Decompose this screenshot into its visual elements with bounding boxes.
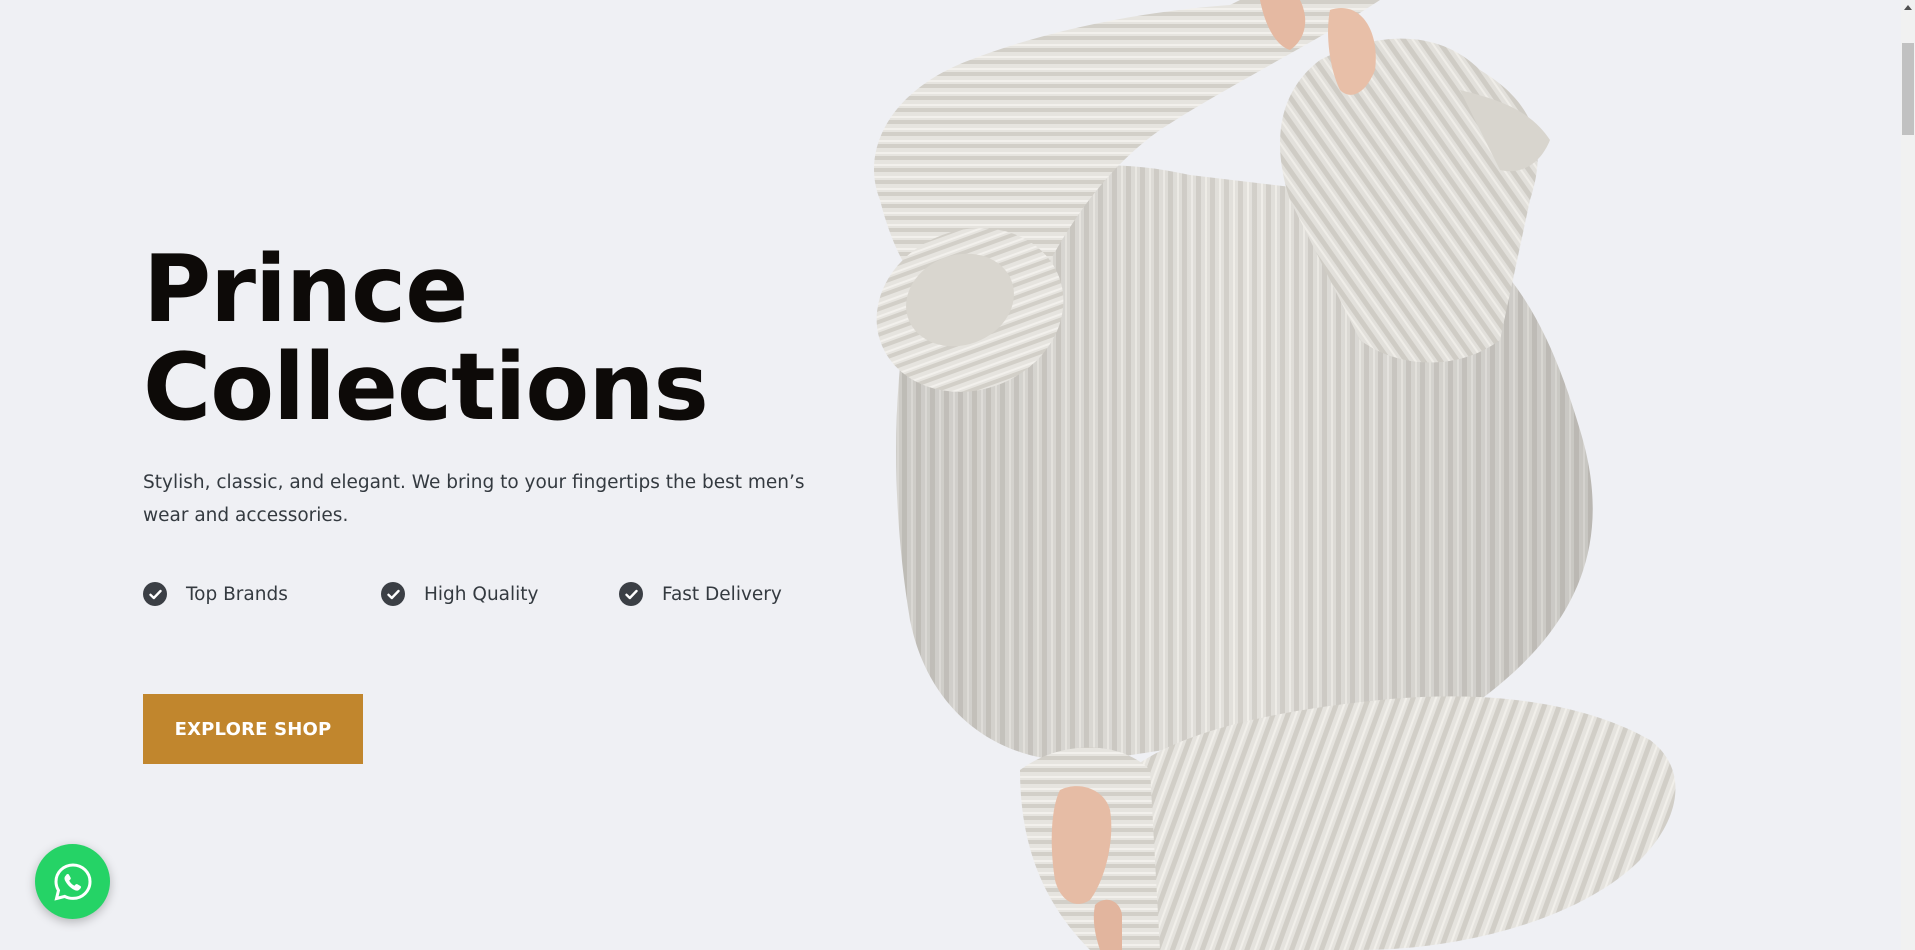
explore-shop-button[interactable]: EXPLORE SHOP [143,694,363,764]
feature-fast-delivery: Fast Delivery [619,582,782,606]
feature-high-quality: High Quality [381,582,619,606]
feature-label: Top Brands [186,583,288,605]
scrollbar-thumb[interactable] [1902,43,1914,135]
feature-list: Top Brands High Quality Fast Delivery [143,582,863,606]
whatsapp-icon [53,862,92,901]
page: Prince Collections Stylish, classic, and… [0,0,1915,950]
feature-label: Fast Delivery [662,583,782,605]
hero-title-line-1: Prince [143,235,468,343]
hero-content: Prince Collections Stylish, classic, and… [143,240,863,606]
check-circle-icon [619,582,643,606]
feature-top-brands: Top Brands [143,582,381,606]
vertical-scrollbar[interactable] [1901,0,1915,950]
feature-label: High Quality [424,583,539,605]
hero-title-line-2: Collections [143,333,709,441]
hero-image-sweater [874,0,1676,950]
check-circle-icon [381,582,405,606]
hero-subtitle: Stylish, classic, and elegant. We bring … [143,472,805,526]
hero-title: Prince Collections [143,240,863,436]
whatsapp-chat-button[interactable] [35,844,110,919]
scroll-up-arrow-icon[interactable] [1901,0,1915,14]
check-circle-icon [143,582,167,606]
